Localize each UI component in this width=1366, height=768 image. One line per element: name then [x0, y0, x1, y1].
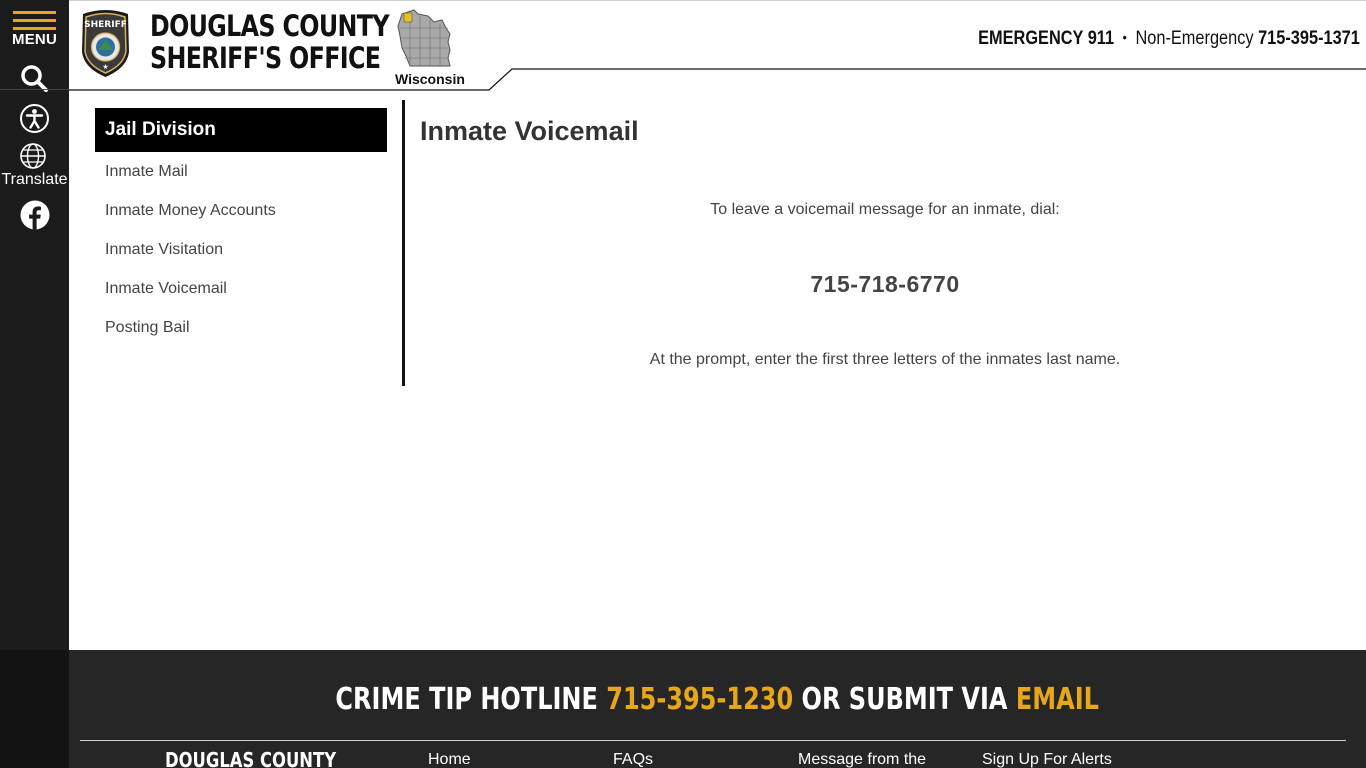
- globe-icon[interactable]: [19, 142, 47, 170]
- translate-label[interactable]: Translate: [0, 171, 69, 189]
- non-emergency-number[interactable]: 715-395-1371: [1258, 28, 1360, 49]
- sidebar-item-inmate-mail[interactable]: Inmate Mail: [95, 152, 387, 191]
- footer-link-message[interactable]: Message from the: [798, 751, 926, 768]
- sidebar-item-inmate-voicemail[interactable]: Inmate Voicemail: [95, 269, 387, 308]
- tip-middle: OR SUBMIT VIA: [801, 682, 1008, 717]
- left-rail: MENU Translate: [0, 0, 69, 650]
- sidebar-item-posting-bail[interactable]: Posting Bail: [95, 308, 387, 347]
- footer-brand[interactable]: DOUGLAS COUNTY: [165, 748, 336, 768]
- voicemail-phone-number: 715-718-6770: [810, 271, 960, 297]
- emergency-label[interactable]: EMERGENCY 911: [978, 28, 1114, 49]
- sidebar-item-inmate-visitation[interactable]: Inmate Visitation: [95, 230, 387, 269]
- voicemail-instructions-text: At the prompt, enter the first three let…: [649, 351, 1121, 368]
- separator-dot: •: [1122, 29, 1128, 45]
- tip-prefix: CRIME TIP HOTLINE: [335, 682, 599, 717]
- footer-link-home[interactable]: Home: [428, 751, 471, 768]
- sidebar-heading[interactable]: Jail Division: [95, 108, 387, 152]
- facebook-icon[interactable]: [20, 200, 50, 230]
- emergency-contacts: EMERGENCY 911 • Non-Emergency 715-395-1371: [978, 28, 1360, 50]
- non-emergency-label: Non-Emergency: [1135, 28, 1254, 49]
- page-title: Inmate Voicemail: [420, 116, 639, 146]
- sidebar-item-inmate-money-accounts[interactable]: Inmate Money Accounts: [95, 191, 387, 230]
- footer-rail: [0, 650, 69, 768]
- tip-email-link[interactable]: EMAIL: [1016, 682, 1099, 717]
- tip-phone-number[interactable]: 715-395-1230: [607, 682, 794, 717]
- crime-tip-hotline: CRIME TIP HOTLINE 715-395-1230 OR SUBMIT…: [69, 682, 1366, 717]
- content-divider: [402, 100, 405, 386]
- footer-link-alerts[interactable]: Sign Up For Alerts: [982, 751, 1112, 768]
- footer-link-faqs[interactable]: FAQs: [613, 751, 653, 768]
- jail-division-sidebar: Jail Division Inmate Mail Inmate Money A…: [95, 108, 387, 347]
- accessibility-icon[interactable]: [19, 103, 50, 134]
- footer-divider: [80, 740, 1346, 741]
- voicemail-intro-text: To leave a voicemail message for an inma…: [710, 201, 1060, 218]
